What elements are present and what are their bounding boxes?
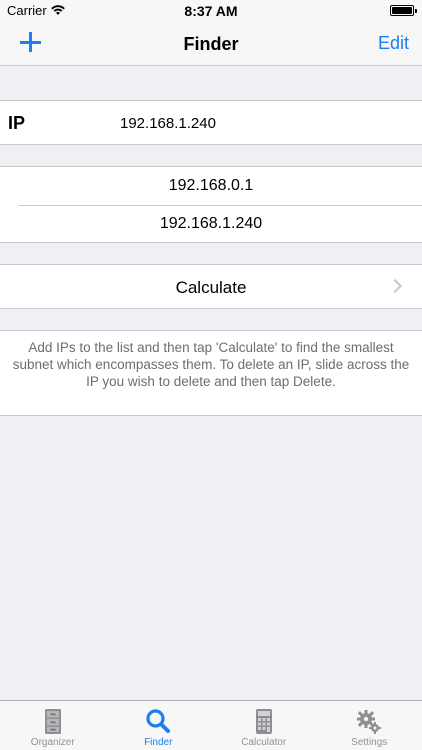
battery-icon xyxy=(390,5,417,16)
navigation-bar: Finder Edit xyxy=(0,22,422,66)
gear-icon xyxy=(357,710,382,734)
ip-list-item[interactable]: 192.168.0.1 xyxy=(0,167,422,205)
calculate-label: Calculate xyxy=(175,278,247,297)
ip-list-item[interactable]: 192.168.1.240 xyxy=(0,205,422,243)
info-panel: Add IPs to the list and then tap 'Calcul… xyxy=(0,330,422,416)
tab-calculator[interactable]: Calculator xyxy=(211,701,317,750)
ip-list: 192.168.0.1 192.168.1.240 xyxy=(0,166,422,243)
page-title: Finder xyxy=(183,34,239,54)
tab-bar: Organizer Finder Calculator Settings xyxy=(0,700,422,750)
ip-label: IP xyxy=(8,113,26,133)
status-time: 8:37 AM xyxy=(184,3,238,19)
tab-organizer[interactable]: Organizer xyxy=(0,701,106,750)
calculate-button[interactable]: Calculate xyxy=(0,264,422,309)
status-bar: Carrier 8:37 AM xyxy=(0,0,422,22)
search-icon xyxy=(146,709,171,733)
ip-input-row[interactable]: IP 192.168.1.240 xyxy=(0,100,422,145)
info-text: Add IPs to the list and then tap 'Calcul… xyxy=(12,340,410,389)
tab-label: Finder xyxy=(144,737,173,748)
calculator-icon xyxy=(255,709,272,734)
tab-label: Organizer xyxy=(30,737,75,748)
tab-label: Calculator xyxy=(241,737,287,748)
tab-label: Settings xyxy=(351,737,388,748)
ip-input[interactable]: 192.168.1.240 xyxy=(120,115,216,132)
edit-button[interactable]: Edit xyxy=(378,33,409,54)
tab-settings[interactable]: Settings xyxy=(317,701,422,750)
tab-finder[interactable]: Finder xyxy=(106,701,212,750)
filing-cabinet-icon xyxy=(44,709,61,734)
